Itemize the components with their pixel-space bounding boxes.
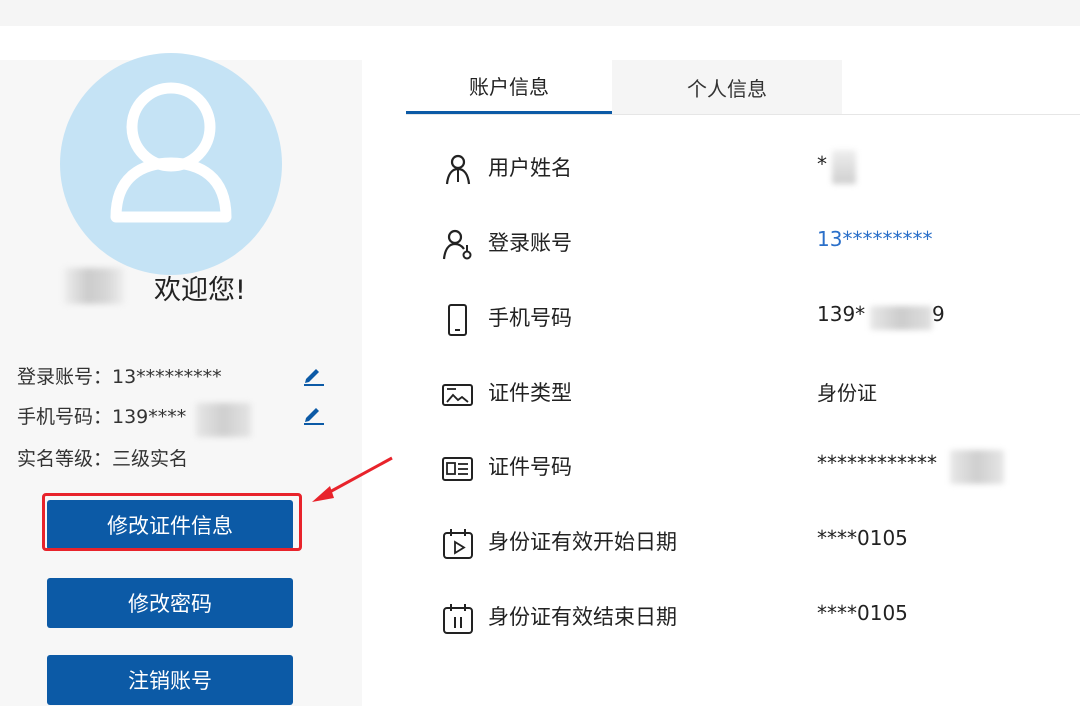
phone-number-text: 手机号码：139**** xyxy=(17,406,187,428)
row-label: 用户姓名 xyxy=(488,156,572,180)
row-label: 身份证有效开始日期 xyxy=(488,530,677,554)
row-id-type: 证件类型 身份证 xyxy=(440,373,1080,413)
avatar xyxy=(60,53,282,275)
login-account-info: 登录账号：13********* xyxy=(17,366,222,388)
row-login-account: 登录账号 13********* xyxy=(440,223,1080,263)
row-value: 身份证 xyxy=(817,381,877,405)
top-bar xyxy=(0,0,1080,26)
phone-icon xyxy=(448,304,467,336)
welcome-text: 欢迎您! xyxy=(154,275,246,306)
row-value: 139* xyxy=(817,302,866,326)
row-id-start-date: 身份证有效开始日期 ****0105 xyxy=(440,522,1080,562)
user-avatar-icon xyxy=(110,82,232,223)
profile-panel: 欢迎您! 登录账号：13********* 手机号码：139**** 实名等级：… xyxy=(0,53,362,706)
blurred-username xyxy=(64,268,124,304)
modify-id-info-button[interactable]: 修改证件信息 xyxy=(47,500,293,550)
tab-personal-info[interactable]: 个人信息 xyxy=(612,60,842,114)
id-card-type-icon xyxy=(442,384,473,406)
calendar-end-icon xyxy=(443,604,473,634)
row-label: 身份证有效结束日期 xyxy=(488,605,677,629)
edit-login-account-icon[interactable] xyxy=(300,361,326,387)
tab-account-info[interactable]: 账户信息 xyxy=(406,60,612,114)
red-arrow-icon xyxy=(312,456,393,502)
row-value: ************ xyxy=(817,451,937,475)
blurred-phone-suffix xyxy=(196,403,251,437)
calendar-start-icon xyxy=(443,529,473,559)
row-label: 登录账号 xyxy=(488,231,572,255)
phone-number-info: 手机号码：139**** xyxy=(17,402,186,429)
row-user-name: 用户姓名 * xyxy=(440,148,1080,188)
modify-password-button[interactable]: 修改密码 xyxy=(47,578,293,628)
blurred-value xyxy=(832,150,856,184)
real-name-level-info: 实名等级：三级实名 xyxy=(17,448,189,470)
row-value: ****0105 xyxy=(817,526,908,550)
row-phone: 手机号码 139* 9 xyxy=(440,298,1080,338)
row-id-number: 证件号码 ************ xyxy=(440,447,1080,487)
blurred-value xyxy=(870,306,932,330)
row-value: ****0105 xyxy=(817,601,908,625)
row-value: * xyxy=(817,152,827,176)
tab-bar: 账户信息 个人信息 xyxy=(406,60,1080,115)
edit-phone-icon[interactable] xyxy=(300,400,326,426)
login-account-link[interactable]: 13********* xyxy=(817,227,932,251)
row-label: 手机号码 xyxy=(488,306,572,330)
user-key-icon xyxy=(442,229,472,260)
cancel-account-button[interactable]: 注销账号 xyxy=(47,655,293,705)
id-number-icon xyxy=(442,457,473,481)
row-label: 证件号码 xyxy=(488,455,572,479)
user-icon xyxy=(445,154,471,185)
row-id-end-date: 身份证有效结束日期 ****0105 xyxy=(440,597,1080,637)
row-value-tail: 9 xyxy=(932,302,945,326)
row-label: 证件类型 xyxy=(488,381,572,405)
blurred-value xyxy=(950,450,1004,484)
